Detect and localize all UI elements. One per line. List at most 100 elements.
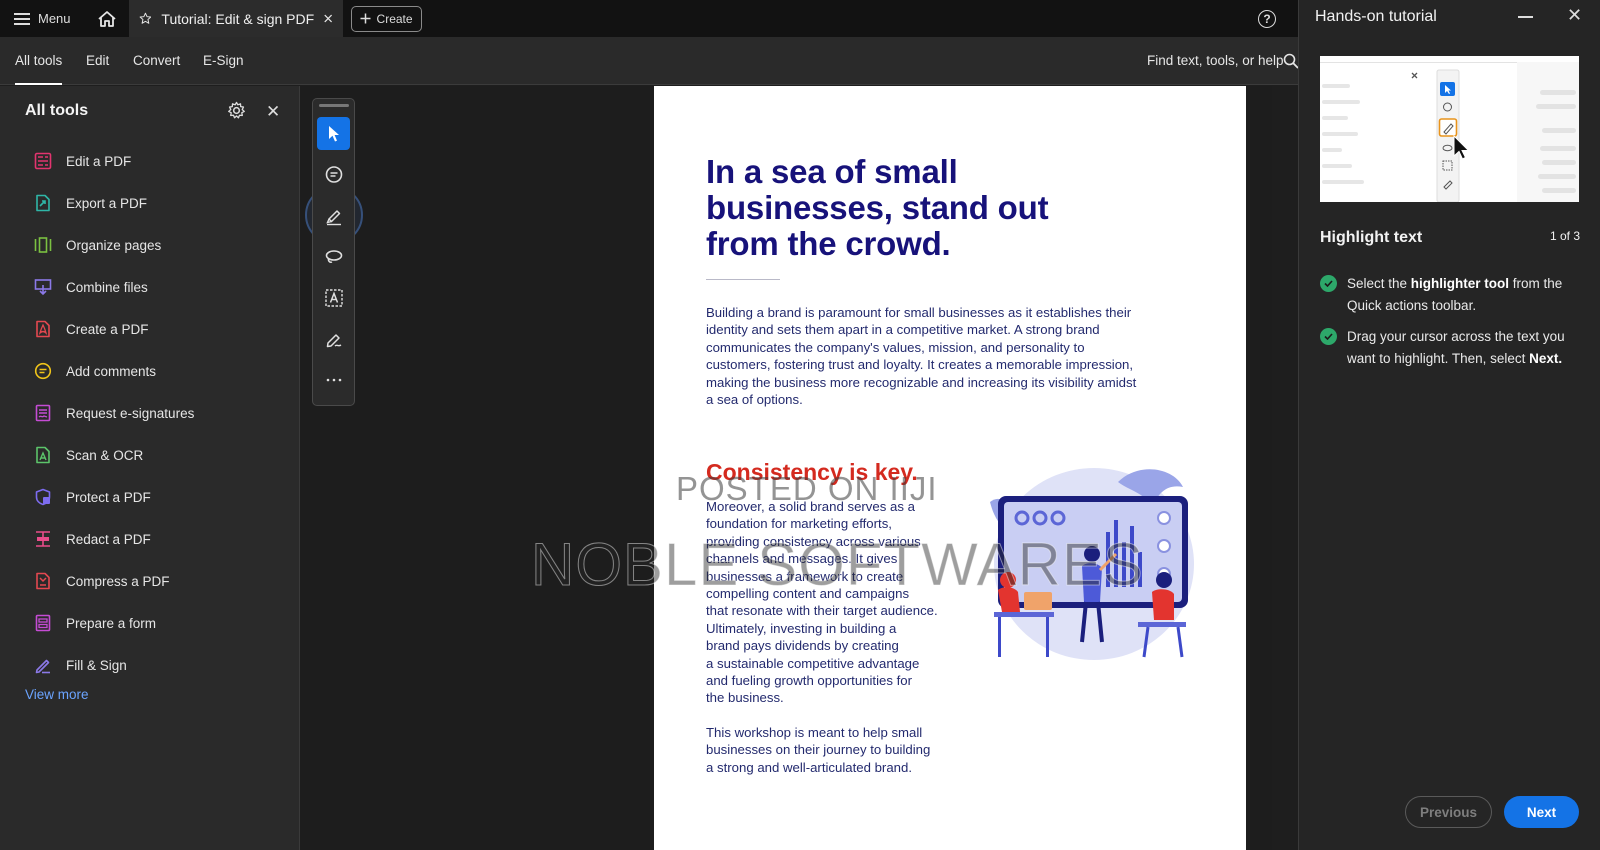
- more-tools-button[interactable]: [317, 363, 350, 396]
- comment-tool-button[interactable]: [317, 158, 350, 191]
- tool-scan-ocr[interactable]: Scan & OCR: [34, 442, 143, 468]
- text-box-icon: [324, 288, 343, 307]
- step-title: Highlight text: [1320, 229, 1423, 246]
- more-icon: [326, 378, 341, 381]
- organize-pages-icon: [34, 236, 52, 254]
- divider: [706, 279, 780, 280]
- tool-compress-pdf[interactable]: Compress a PDF: [34, 568, 170, 594]
- request-esignatures-icon: [34, 404, 52, 422]
- highlighter-icon: [325, 209, 341, 225]
- tool-label: Protect a PDF: [66, 489, 151, 505]
- step-text: Drag your cursor across the text you wan…: [1347, 329, 1565, 366]
- tool-label: Edit a PDF: [66, 153, 132, 169]
- tool-prepare-form[interactable]: Prepare a form: [34, 610, 156, 636]
- tutorial-preview-image: [1320, 56, 1579, 202]
- tab-title: Tutorial: Edit & sign PDF: [161, 10, 315, 27]
- tool-organize-pages[interactable]: Organize pages: [34, 232, 161, 258]
- gear-icon[interactable]: [227, 101, 246, 120]
- tool-label: Export a PDF: [66, 195, 148, 211]
- fill-sign-icon: [34, 656, 52, 674]
- tool-label: Compress a PDF: [66, 573, 170, 589]
- tutorial-panel: Hands-on tutorial ✕ Highlight text 1 of …: [1298, 0, 1600, 850]
- add-comments-icon: [34, 362, 52, 380]
- intro-paragraph: Building a brand is paramount for small …: [706, 305, 1137, 408]
- prepare-form-icon: [34, 614, 52, 632]
- tool-combine-files[interactable]: Combine files: [34, 274, 148, 300]
- scan-ocr-icon: [34, 446, 52, 464]
- menu-label: Menu: [38, 11, 71, 26]
- closing-paragraph: This workshop is meant to help small bus…: [706, 725, 931, 775]
- tab-edit[interactable]: Edit: [86, 37, 109, 85]
- search-icon[interactable]: [1283, 53, 1299, 69]
- pen-sign-icon: [326, 333, 341, 347]
- find-search-box[interactable]: Find text, tools, or help: [1147, 37, 1284, 85]
- menu-button[interactable]: Menu: [0, 0, 85, 37]
- tool-fill-sign[interactable]: Fill & Sign: [34, 652, 127, 678]
- watermark-line-1: POSTED ON IIJI: [676, 470, 938, 507]
- tutorial-step-2: Drag your cursor across the text you wan…: [1320, 326, 1582, 370]
- tool-label: Combine files: [66, 279, 148, 295]
- next-button[interactable]: Next: [1504, 796, 1579, 828]
- tool-create-pdf[interactable]: Create a PDF: [34, 316, 149, 342]
- create-button[interactable]: Create: [350, 5, 422, 32]
- document-tab[interactable]: Tutorial: Edit & sign PDF: [128, 0, 343, 37]
- star-icon[interactable]: [139, 10, 152, 27]
- drag-handle[interactable]: [319, 104, 349, 107]
- help-icon: ?: [1263, 12, 1271, 26]
- minimize-icon[interactable]: [1518, 16, 1533, 18]
- tool-redact-pdf[interactable]: Redact a PDF: [34, 526, 151, 552]
- view-more-link[interactable]: View more: [25, 687, 89, 702]
- tool-label: Organize pages: [66, 237, 162, 253]
- create-label: Create: [376, 11, 413, 26]
- export-pdf-icon: [34, 194, 52, 212]
- protect-pdf-icon: [34, 488, 52, 506]
- page-headline: In a sea of small businesses, stand out …: [706, 153, 1049, 262]
- main-toolbar: All tools Edit Convert E-Sign Find text,…: [0, 37, 1300, 85]
- tab-esign[interactable]: E-Sign: [203, 37, 244, 85]
- home-button[interactable]: [85, 0, 129, 37]
- lasso-icon: [325, 249, 342, 263]
- draw-tool-button[interactable]: [317, 240, 350, 273]
- tool-label: Add comments: [66, 363, 157, 379]
- tool-add-comments[interactable]: Add comments: [34, 358, 156, 384]
- redact-pdf-icon: [34, 530, 52, 548]
- combine-files-icon: [34, 278, 52, 296]
- close-panel-icon[interactable]: ✕: [266, 102, 280, 122]
- compress-pdf-icon: [34, 572, 52, 590]
- cursor-icon: [328, 125, 339, 141]
- create-pdf-icon: [34, 320, 52, 338]
- tool-label: Scan & OCR: [66, 447, 144, 463]
- all-tools-panel: All tools ✕ Edit a PDF Export a PDF Orga…: [0, 86, 300, 850]
- sign-tool-button[interactable]: [317, 322, 350, 355]
- panel-title: Hands-on tutorial: [1315, 8, 1437, 25]
- tool-request-esignatures[interactable]: Request e-signatures: [34, 400, 194, 426]
- highlight-tool-button[interactable]: [317, 199, 350, 232]
- close-icon[interactable]: ✕: [1567, 5, 1582, 26]
- home-icon: [97, 10, 116, 27]
- tab-convert[interactable]: Convert: [133, 37, 180, 85]
- tool-protect-pdf[interactable]: Protect a PDF: [34, 484, 151, 510]
- comment-icon: [325, 165, 342, 183]
- tool-edit-pdf[interactable]: Edit a PDF: [34, 148, 131, 174]
- text-tool-button[interactable]: [317, 281, 350, 314]
- plus-icon: [360, 13, 371, 24]
- close-tab-icon[interactable]: [324, 13, 333, 24]
- tool-label: Create a PDF: [66, 321, 149, 337]
- tab-all-tools[interactable]: All tools: [15, 37, 63, 85]
- tutorial-step-1: Select the highlighter tool from the Qui…: [1320, 273, 1582, 317]
- edit-pdf-icon: [34, 152, 52, 170]
- select-tool-button[interactable]: [317, 117, 350, 150]
- step-text: Select the highlighter tool from the Qui…: [1347, 276, 1563, 313]
- tool-export-pdf[interactable]: Export a PDF: [34, 190, 147, 216]
- pdf-page[interactable]: In a sea of small businesses, stand out …: [654, 86, 1246, 850]
- sidebar-title: All tools: [25, 102, 89, 119]
- hamburger-icon: [14, 12, 30, 25]
- help-button[interactable]: ?: [1258, 10, 1276, 28]
- previous-button[interactable]: Previous: [1405, 796, 1492, 828]
- watermark-line-2: NOBLE SOFTWARES: [531, 531, 1144, 599]
- tool-label: Prepare a form: [66, 615, 157, 631]
- tool-label: Fill & Sign: [66, 657, 127, 673]
- quick-actions-toolbar: [312, 98, 355, 406]
- check-circle-icon: [1320, 328, 1337, 345]
- check-circle-icon: [1320, 275, 1337, 292]
